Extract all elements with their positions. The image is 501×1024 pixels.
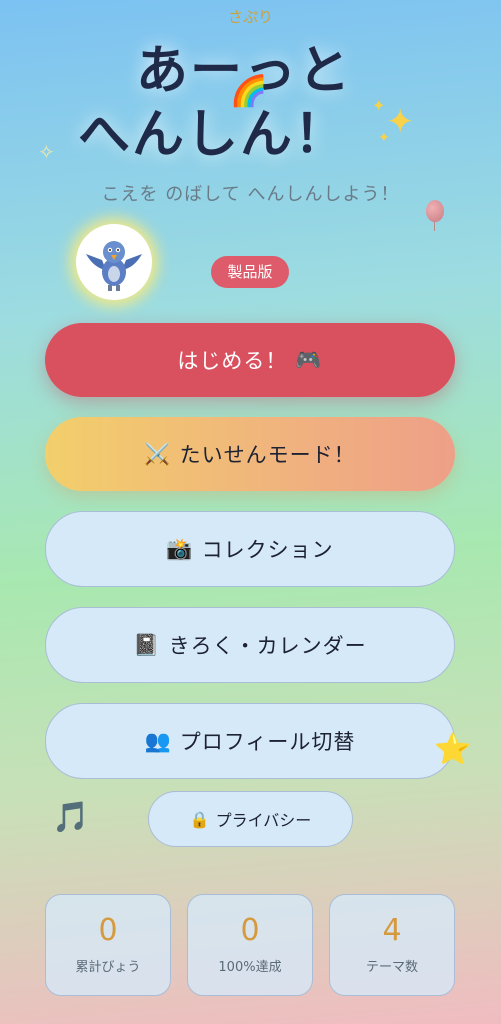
lock-icon: 🔒 [189,809,210,829]
avatar[interactable] [76,224,152,300]
profile-switch-button[interactable]: 👥 プロフィール切替 [45,703,455,779]
sparkle-small-icon: ✦ [372,96,386,115]
stat-total-seconds: 0 累計びょう [45,894,171,996]
collection-label: コレクション [201,538,334,562]
sparkle-left-icon: ✧ [38,140,55,164]
privacy-button[interactable]: 🔒 プライバシー [148,791,353,847]
gamepad-icon: 🎮 [295,347,323,372]
crossed-swords-icon: ⚔️ [144,441,172,466]
title-line-2: へんしん！ [78,105,349,165]
stat-value: 4 [382,913,402,948]
start-button[interactable]: はじめる！ 🎮 [45,323,455,397]
stat-perfect-count: 0 100%達成 [187,894,313,996]
start-button-label: はじめる！ [177,349,288,373]
stat-value: 0 [240,913,260,948]
battle-mode-button[interactable]: ⚔️ たいせんモード！ [45,417,455,491]
sparkle-small-icon-2: ✦ [378,130,390,146]
users-icon: 👥 [144,728,172,753]
stat-label: テーマ数 [365,960,418,975]
collection-button[interactable]: 📸 コレクション [45,511,455,587]
balloon-icon [426,200,444,222]
privacy-label: プライバシー [215,811,312,830]
camera-icon: 📸 [166,536,194,561]
profile-switch-label: プロフィール切替 [179,730,356,754]
subtitle: こえを のばして へんしんしよう！ [101,184,400,205]
stat-theme-count: 4 テーマ数 [329,894,455,996]
stat-value: 0 [98,913,118,948]
balloon-string [434,221,435,231]
rainbow-icon: 🌈 [230,74,268,109]
calendar-label: きろく・カレンダー [168,634,367,658]
app-brand: さぷり [227,8,273,26]
stat-label: 累計びょう [75,960,141,975]
calendar-button[interactable]: 📓 きろく・カレンダー [45,607,455,683]
star-icon: ⭐ [434,732,472,767]
music-note-icon: 🎵 [52,800,90,835]
notebook-icon: 📓 [133,632,161,657]
stat-label: 100%達成 [218,960,282,975]
battle-mode-label: たいせんモード！ [179,443,356,467]
bird-mascot-icon [86,241,142,291]
sparkle-icon: ✦ [386,102,415,142]
edition-badge: 製品版 [211,256,289,288]
